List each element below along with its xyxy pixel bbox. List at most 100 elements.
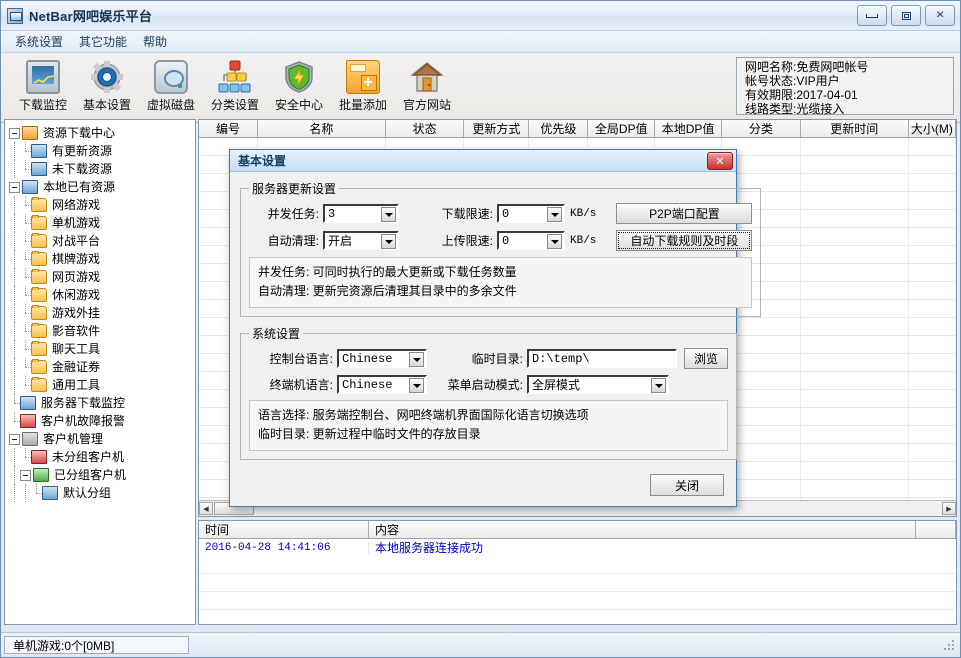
tree-guide bbox=[9, 394, 20, 412]
dialog-close-button[interactable]: 关闭 bbox=[650, 474, 724, 496]
tree-node[interactable]: 金融证券 bbox=[9, 358, 195, 376]
note-temp-directory: 临时目录: 更新过程中临时文件的存放目录 bbox=[258, 425, 719, 444]
table-column-header[interactable]: 名称 bbox=[258, 120, 386, 137]
chevron-down-icon[interactable] bbox=[547, 234, 562, 249]
log-empty-row bbox=[199, 556, 956, 574]
close-button[interactable]: ✕ bbox=[925, 5, 955, 26]
tree-node[interactable]: 影音软件 bbox=[9, 322, 195, 340]
auto-clean-combo[interactable]: 开启 bbox=[323, 231, 399, 250]
dialog-close-icon[interactable]: ✕ bbox=[707, 152, 733, 170]
auto-download-rules-button[interactable]: 自动下载规则及时段 bbox=[616, 230, 752, 251]
basic-settings-dialog[interactable]: 基本设置 ✕ 服务器更新设置 并发任务: 3 下载限速: 0 bbox=[229, 149, 737, 507]
tree-guide bbox=[20, 160, 31, 178]
title-bar: NetBar网吧娱乐平台 ✕ bbox=[1, 1, 960, 31]
tree-node[interactable]: 休闲游戏 bbox=[9, 286, 195, 304]
table-column-header[interactable]: 本地DP值 bbox=[655, 120, 722, 137]
log-rows[interactable]: 2016-04-28 14:41:06本地服务器连接成功 bbox=[199, 539, 956, 625]
menu-item-system-settings[interactable]: 系统设置 bbox=[9, 31, 73, 52]
tree-node[interactable]: 有更新资源 bbox=[9, 142, 195, 160]
table-cell bbox=[909, 354, 956, 371]
concurrent-tasks-combo[interactable]: 3 bbox=[323, 204, 399, 223]
toolbar: 下载监控 基本设置 bbox=[1, 53, 960, 123]
table-column-header[interactable]: 更新时间 bbox=[801, 120, 909, 137]
terminal-language-combo[interactable]: Chinese bbox=[337, 375, 427, 394]
download-limit-combo[interactable]: 0 bbox=[497, 204, 565, 223]
tree-node[interactable]: 单机游戏 bbox=[9, 214, 195, 232]
tree-node[interactable]: 已分组客户机 bbox=[9, 466, 195, 484]
tree-node[interactable]: 默认分组 bbox=[9, 484, 195, 502]
toolbar-button-official-site[interactable]: 官方网站 bbox=[395, 57, 459, 113]
table-column-header[interactable]: 编号 bbox=[199, 120, 258, 137]
table-column-header[interactable]: 分类 bbox=[722, 120, 801, 137]
tree-node[interactable]: 未分组客户机 bbox=[9, 448, 195, 466]
tree-node[interactable]: 未下载资源 bbox=[9, 160, 195, 178]
chevron-down-icon[interactable] bbox=[651, 378, 666, 393]
pc-red-icon bbox=[20, 414, 36, 428]
tree-node-label: 有更新资源 bbox=[50, 143, 114, 159]
tree-node[interactable]: 本地已有资源 bbox=[9, 178, 195, 196]
tree-expander-icon[interactable] bbox=[9, 182, 20, 193]
folder-icon bbox=[31, 306, 47, 320]
chevron-down-icon[interactable] bbox=[547, 207, 562, 222]
console-language-combo[interactable]: Chinese bbox=[337, 349, 427, 368]
log-empty-row bbox=[199, 592, 956, 610]
chevron-down-icon[interactable] bbox=[381, 207, 396, 222]
table-column-header[interactable]: 更新方式 bbox=[464, 120, 529, 137]
chevron-down-icon[interactable] bbox=[409, 352, 424, 367]
resource-tree-panel[interactable]: 资源下载中心有更新资源未下载资源本地已有资源网络游戏单机游戏对战平台棋牌游戏网页… bbox=[4, 119, 196, 625]
tree-node[interactable]: 客户机故障报警 bbox=[9, 412, 195, 430]
tree-guide bbox=[20, 322, 31, 340]
toolbar-button-security-center[interactable]: 安全中心 bbox=[267, 57, 331, 113]
tree-expander-icon[interactable] bbox=[9, 434, 20, 445]
menu-bar: 系统设置 其它功能 帮助 bbox=[1, 31, 960, 53]
tree-guide bbox=[20, 232, 31, 250]
temp-directory-input[interactable]: D:\temp\ bbox=[527, 349, 677, 368]
tree-node[interactable]: 棋牌游戏 bbox=[9, 250, 195, 268]
menu-start-mode-value: 全屏模式 bbox=[532, 376, 580, 393]
toolbar-button-virtual-disk[interactable]: 虚拟磁盘 bbox=[139, 57, 203, 113]
tree-node-label: 单机游戏 bbox=[50, 215, 102, 231]
upload-limit-combo[interactable]: 0 bbox=[497, 231, 565, 250]
menu-start-mode-combo[interactable]: 全屏模式 bbox=[527, 375, 669, 394]
chevron-down-icon[interactable] bbox=[381, 234, 396, 249]
table-column-header[interactable]: 大小(M) bbox=[909, 120, 956, 137]
folder-icon bbox=[31, 198, 47, 212]
browse-button[interactable]: 浏览 bbox=[684, 348, 728, 369]
tree-node[interactable]: 服务器下载监控 bbox=[9, 394, 195, 412]
tree-guide bbox=[20, 340, 31, 358]
scroll-right-button[interactable]: ▶ bbox=[942, 502, 956, 515]
scroll-left-button[interactable]: ◀ bbox=[199, 502, 213, 515]
maximize-button[interactable] bbox=[891, 5, 921, 26]
p2p-port-config-button[interactable]: P2P端口配置 bbox=[616, 203, 752, 224]
pc-red-icon bbox=[31, 450, 47, 464]
tree-expander-icon[interactable] bbox=[9, 128, 20, 139]
folder-icon bbox=[31, 270, 47, 284]
download-limit-value: 0 bbox=[502, 207, 509, 221]
note-concurrent-tasks: 并发任务: 可同时执行的最大更新或下载任务数量 bbox=[258, 263, 743, 282]
tree-node[interactable]: 网页游戏 bbox=[9, 268, 195, 286]
log-entry[interactable]: 2016-04-28 14:41:06本地服务器连接成功 bbox=[199, 539, 956, 556]
chevron-down-icon[interactable] bbox=[409, 378, 424, 393]
tree-node[interactable]: 聊天工具 bbox=[9, 340, 195, 358]
tree-node[interactable]: 通用工具 bbox=[9, 376, 195, 394]
toolbar-button-download-monitor[interactable]: 下载监控 bbox=[11, 57, 75, 113]
system-settings-legend: 系统设置 bbox=[249, 325, 303, 342]
minimize-button[interactable] bbox=[857, 5, 887, 26]
table-column-header[interactable]: 优先级 bbox=[529, 120, 588, 137]
menu-item-other-functions[interactable]: 其它功能 bbox=[73, 31, 137, 52]
log-panel[interactable]: 时间 内容 2016-04-28 14:41:06本地服务器连接成功 bbox=[198, 520, 957, 625]
tree-node[interactable]: 对战平台 bbox=[9, 232, 195, 250]
tree-node[interactable]: 客户机管理 bbox=[9, 430, 195, 448]
tree-node[interactable]: 网络游戏 bbox=[9, 196, 195, 214]
tree-expander-icon[interactable] bbox=[20, 470, 31, 481]
resize-grip-icon[interactable] bbox=[942, 638, 956, 652]
tree-node[interactable]: 资源下载中心 bbox=[9, 124, 195, 142]
toolbar-button-category-settings[interactable]: 分类设置 bbox=[203, 57, 267, 113]
table-column-header[interactable]: 全局DP值 bbox=[588, 120, 655, 137]
pc-blue-icon bbox=[31, 162, 47, 176]
toolbar-button-batch-add[interactable]: 批量添加 bbox=[331, 57, 395, 113]
menu-item-help[interactable]: 帮助 bbox=[137, 31, 177, 52]
tree-node[interactable]: 游戏外挂 bbox=[9, 304, 195, 322]
table-column-header[interactable]: 状态 bbox=[386, 120, 465, 137]
toolbar-button-basic-settings[interactable]: 基本设置 bbox=[75, 57, 139, 113]
